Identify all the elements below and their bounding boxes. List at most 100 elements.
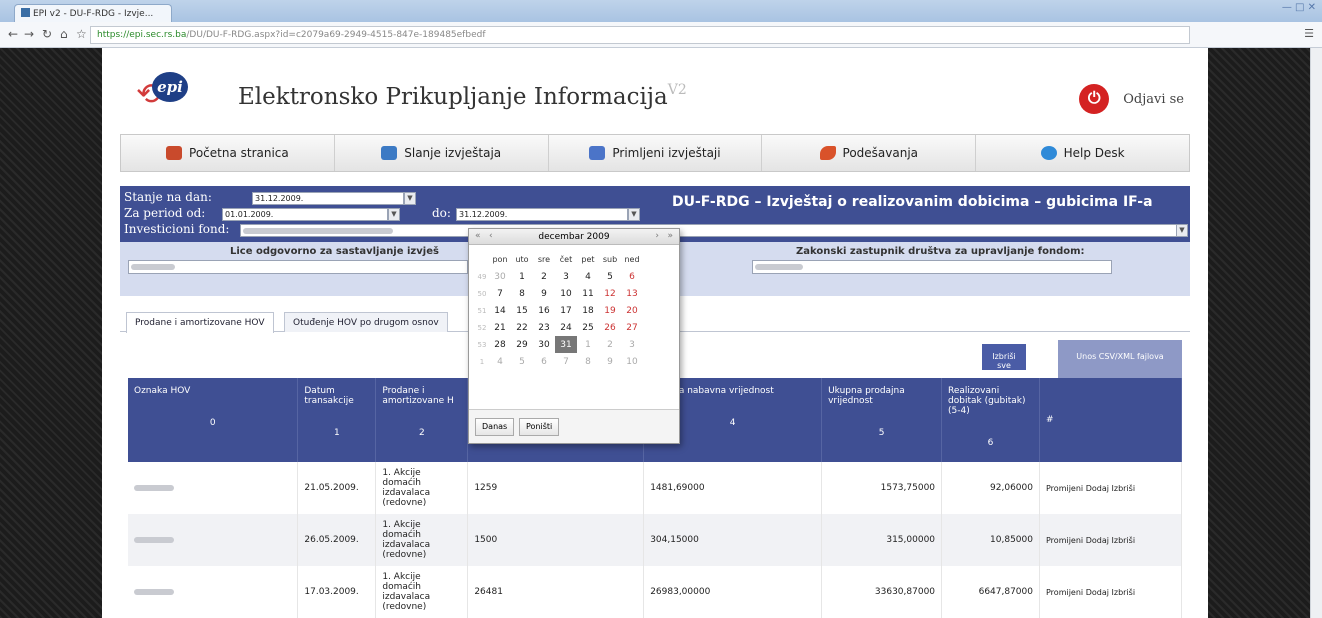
calendar-day[interactable]: 12 <box>599 285 621 302</box>
edit-link[interactable]: Promijeni <box>1046 588 1083 597</box>
page-viewport: ⟲ epi Elektronsko Prikupljanje Informaci… <box>0 48 1310 618</box>
url-input[interactable]: https://epi.sec.rs.ba/DU/DU-F-RDG.aspx?i… <box>90 26 1190 44</box>
calendar-day[interactable]: 2 <box>533 268 555 285</box>
calendar-day[interactable]: 11 <box>577 285 599 302</box>
calendar-day[interactable]: 8 <box>577 353 599 370</box>
calendar-day[interactable]: 16 <box>533 302 555 319</box>
calendar-day[interactable]: 5 <box>511 353 533 370</box>
cell-type: 1. Akcije domaćih izdavalaca (redovne) <box>375 462 469 514</box>
column-header[interactable]: Realizovani dobitak (gubitak) (5-4) 6 <box>941 378 1040 462</box>
calendar-day[interactable]: 18 <box>577 302 599 319</box>
calendar-day[interactable]: 7 <box>489 285 511 302</box>
fond-select[interactable] <box>240 224 1180 237</box>
week-number: 1 <box>479 357 485 366</box>
lice-field[interactable] <box>128 260 468 274</box>
today-button[interactable]: Danas <box>475 418 515 436</box>
fond-dropdown[interactable]: ▼ <box>1176 224 1188 237</box>
stanje-date-dropdown[interactable]: ▼ <box>404 192 416 205</box>
period-from-dropdown[interactable]: ▼ <box>388 208 400 221</box>
calendar-day[interactable]: 5 <box>599 268 621 285</box>
delete-link[interactable]: Izbriši <box>1112 536 1136 545</box>
add-link[interactable]: Dodaj <box>1086 536 1109 545</box>
calendar-day[interactable]: 6 <box>533 353 555 370</box>
calendar-day[interactable]: 15 <box>511 302 533 319</box>
calendar-day[interactable]: 1 <box>577 336 599 353</box>
menu-item-send[interactable]: Slanje izvještaja <box>335 135 549 171</box>
delete-all-button[interactable]: Izbriši sve <box>982 344 1026 370</box>
delete-link[interactable]: Izbriši <box>1112 588 1136 597</box>
column-header[interactable]: Ukupna prodajna vrijednost 5 <box>821 378 943 462</box>
add-link[interactable]: Dodaj <box>1086 588 1109 597</box>
star-icon[interactable]: ☆ <box>76 27 87 41</box>
calendar-day-selected[interactable]: 31 <box>555 336 577 353</box>
column-header[interactable]: Prodane i amortizovane H 2 <box>375 378 469 462</box>
week-number: 49 <box>477 272 487 281</box>
menu-item-home[interactable]: Početna stranica <box>121 135 335 171</box>
fond-label: Investicioni fond: <box>124 222 230 236</box>
calendar-day[interactable]: 24 <box>555 319 577 336</box>
calendar-day[interactable]: 27 <box>621 319 643 336</box>
calendar-day[interactable]: 1 <box>511 268 533 285</box>
column-header[interactable]: Datum transakcije 1 <box>297 378 377 462</box>
calendar-day[interactable]: 29 <box>511 336 533 353</box>
import-csv-button[interactable]: Unos CSV/XML fajlova <box>1058 340 1182 378</box>
calendar-day[interactable]: 8 <box>511 285 533 302</box>
tab-prodane[interactable]: Prodane i amortizovane HOV <box>126 312 274 333</box>
next-month-button[interactable]: › <box>655 231 659 241</box>
next-year-button[interactable]: » <box>667 231 673 241</box>
calendar-day[interactable]: 25 <box>577 319 599 336</box>
logout-button[interactable]: ⏻ Odjavi se <box>1079 84 1184 114</box>
reload-icon[interactable]: ↻ <box>42 27 52 41</box>
calendar-day[interactable]: 17 <box>555 302 577 319</box>
epi-logo[interactable]: ⟲ epi <box>136 70 206 114</box>
stanje-date-field[interactable]: 31.12.2009. <box>252 192 404 205</box>
calendar-day[interactable]: 9 <box>599 353 621 370</box>
column-header[interactable]: Oznaka HOV 0 <box>128 378 299 462</box>
calendar-day[interactable]: 30 <box>533 336 555 353</box>
calendar-day[interactable]: 7 <box>555 353 577 370</box>
calendar-day[interactable]: 21 <box>489 319 511 336</box>
oznaka-blurred <box>134 484 174 491</box>
calendar-day[interactable]: 23 <box>533 319 555 336</box>
calendar-day[interactable]: 2 <box>599 336 621 353</box>
calendar-month-title: decembar 2009 <box>538 232 610 242</box>
calendar-day[interactable]: 13 <box>621 285 643 302</box>
menu-item-helpdesk[interactable]: Help Desk <box>976 135 1189 171</box>
menu-item-received[interactable]: Primljeni izvještaji <box>549 135 763 171</box>
tab-otudjenje[interactable]: Otuđenje HOV po drugom osnov <box>284 312 448 332</box>
browser-tab[interactable]: EPI v2 - DU-F-RDG - Izvje... <box>14 4 172 22</box>
zastupnik-field[interactable] <box>752 260 1112 274</box>
window-controls[interactable]: — □ ✕ <box>1282 2 1316 13</box>
period-from-field[interactable]: 01.01.2009. <box>222 208 388 221</box>
calendar-day[interactable]: 4 <box>577 268 599 285</box>
edit-link[interactable]: Promijeni <box>1046 484 1083 493</box>
period-to-dropdown[interactable]: ▼ <box>628 208 640 221</box>
calendar-day[interactable]: 4 <box>489 353 511 370</box>
column-header-label: Oznaka HOV <box>134 386 191 396</box>
home-browser-icon[interactable]: ⌂ <box>60 27 68 41</box>
add-link[interactable]: Dodaj <box>1086 484 1109 493</box>
calendar-day[interactable]: 10 <box>555 285 577 302</box>
calendar-day[interactable]: 26 <box>599 319 621 336</box>
clear-button[interactable]: Poništi <box>519 418 560 436</box>
edit-link[interactable]: Promijeni <box>1046 536 1083 545</box>
weekday-label: ned <box>624 255 640 264</box>
forward-icon[interactable]: → <box>24 27 34 41</box>
calendar-day[interactable]: 20 <box>621 302 643 319</box>
calendar-day[interactable]: 9 <box>533 285 555 302</box>
menu-item-settings[interactable]: Podešavanja <box>762 135 977 171</box>
back-icon[interactable]: ← <box>8 27 18 41</box>
calendar-day[interactable]: 28 <box>489 336 511 353</box>
browser-tools-icon[interactable]: ☰ <box>1304 27 1314 40</box>
calendar-day[interactable]: 19 <box>599 302 621 319</box>
delete-link[interactable]: Izbriši <box>1112 484 1136 493</box>
page-scrollbar[interactable] <box>1310 48 1322 618</box>
calendar-day[interactable]: 6 <box>621 268 643 285</box>
period-to-field[interactable]: 31.12.2009. <box>456 208 628 221</box>
calendar-day[interactable]: 30 <box>489 268 511 285</box>
calendar-day[interactable]: 3 <box>621 336 643 353</box>
calendar-day[interactable]: 14 <box>489 302 511 319</box>
calendar-day[interactable]: 10 <box>621 353 643 370</box>
calendar-day[interactable]: 22 <box>511 319 533 336</box>
calendar-day[interactable]: 3 <box>555 268 577 285</box>
